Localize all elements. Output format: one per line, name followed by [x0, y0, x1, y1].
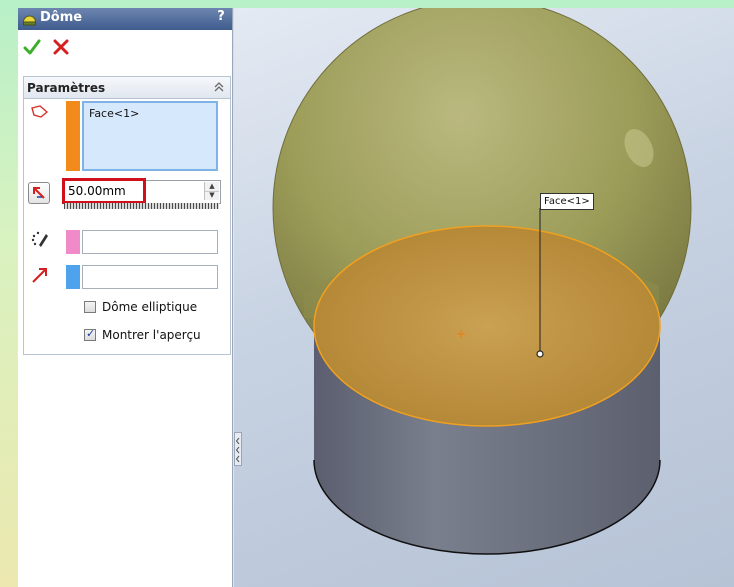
direction-arrow-icon	[30, 265, 50, 285]
face-callout[interactable]: Face<1>	[540, 193, 594, 210]
parameters-section-header[interactable]: Paramètres	[23, 76, 231, 99]
panel-splitter[interactable]	[234, 432, 242, 466]
help-icon[interactable]: ?	[214, 9, 228, 27]
cancel-button[interactable]	[52, 38, 70, 56]
close-icon	[53, 39, 69, 55]
selected-face[interactable]	[313, 225, 661, 427]
direction-field[interactable]	[82, 265, 218, 289]
constraint-color-swatch	[66, 230, 80, 254]
checkmark-icon	[23, 39, 41, 55]
checkbox-label: Montrer l'aperçu	[102, 328, 201, 342]
face-color-swatch	[66, 101, 80, 171]
elliptical-dome-checkbox[interactable]: Dôme elliptique	[84, 300, 224, 316]
checkbox-box[interactable]: ✓	[84, 327, 96, 341]
parameters-section: Face<1> ▲ ▼	[23, 98, 231, 355]
faces-to-dome-list[interactable]: Face<1>	[82, 101, 218, 171]
checkbox-label: Dôme elliptique	[102, 300, 198, 314]
list-item[interactable]: Face<1>	[89, 107, 139, 120]
checkbox-box[interactable]	[84, 301, 96, 313]
direction-color-swatch	[66, 265, 80, 289]
distance-field: ▲ ▼	[64, 180, 221, 204]
show-preview-checkbox[interactable]: ✓ Montrer l'aperçu	[84, 327, 224, 344]
graphics-viewport[interactable]: + Face<1>	[234, 8, 734, 587]
property-manager: Dôme ? Paramètres Face<1> 50.00mm ▲ ▼ Dô…	[18, 8, 233, 587]
reverse-arrow-icon	[33, 187, 45, 199]
ok-button[interactable]	[23, 38, 41, 56]
reverse-direction-button[interactable]	[28, 182, 50, 204]
callout-anchor	[536, 350, 544, 358]
distance-thumbwheel[interactable]	[64, 203, 219, 209]
distance-spinner: ▲ ▼	[204, 182, 219, 200]
section-title: Paramètres	[27, 81, 106, 95]
distance-input[interactable]	[68, 182, 198, 200]
face-center-marker: +	[456, 327, 466, 341]
dome-feature-icon	[22, 11, 37, 26]
feature-title: Dôme	[40, 10, 83, 25]
chevron-up-icon[interactable]	[212, 79, 226, 95]
property-manager-titlebar: Dôme ?	[18, 8, 232, 30]
spin-down-button[interactable]: ▼	[205, 191, 219, 200]
face-selection-icon	[30, 103, 50, 123]
solidworks-dome-window: Dôme ? Paramètres Face<1> 50.00mm ▲ ▼ Dô…	[0, 0, 734, 587]
checkmark-icon: ✓	[86, 327, 96, 340]
constraint-point-icon	[30, 229, 50, 249]
constraint-point-field[interactable]	[82, 230, 218, 254]
